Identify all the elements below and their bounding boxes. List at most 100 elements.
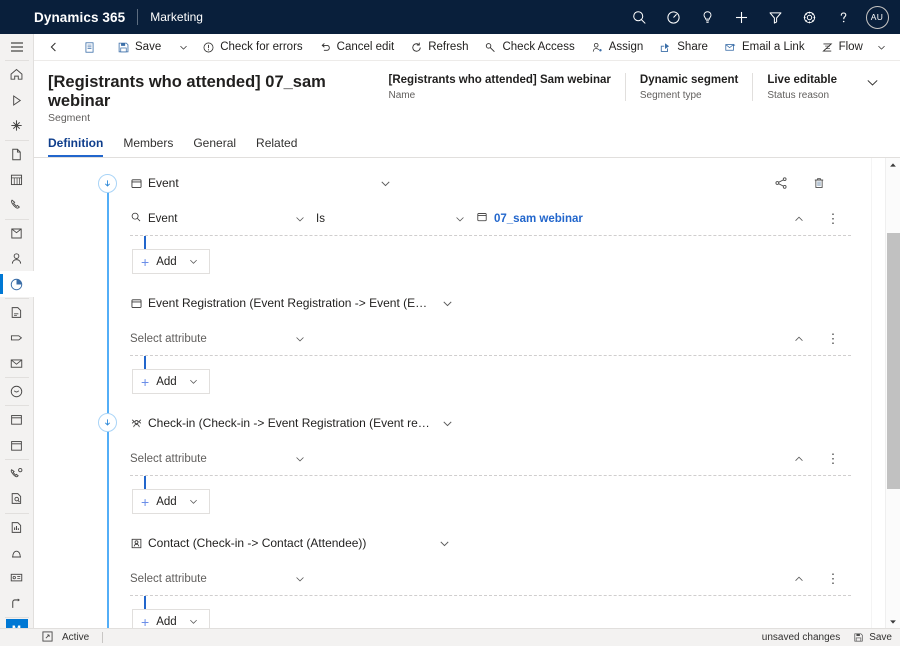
help-question-icon[interactable] (826, 0, 860, 34)
filter-icon[interactable] (758, 0, 792, 34)
survey-icon[interactable] (0, 514, 34, 539)
lightbulb-icon[interactable] (690, 0, 724, 34)
value-selector[interactable]: 07_sam webinar (476, 211, 785, 226)
attribute-selector[interactable]: Select attribute (130, 333, 316, 345)
row-collapse-chevron-up-icon[interactable] (791, 571, 807, 587)
attribute-selector[interactable]: Event (130, 211, 316, 226)
session-calendar-icon[interactable] (0, 432, 34, 457)
operator-chevron-down-icon[interactable] (454, 213, 476, 225)
flow-button[interactable]: Flow (813, 34, 871, 61)
attribute-chevron-down-icon[interactable] (294, 333, 316, 345)
lead-scoring-icon[interactable] (0, 325, 34, 350)
scrollbar-thumb[interactable] (886, 233, 900, 489)
check-access-button[interactable]: Check Access (476, 34, 582, 61)
scroll-down-arrow[interactable] (889, 615, 897, 628)
save-options-chevron-down-icon[interactable] (173, 34, 194, 61)
check-for-errors-button[interactable]: Check for errors (194, 34, 310, 61)
row-collapse-chevron-up-icon[interactable] (791, 451, 807, 467)
contact-person-icon[interactable] (0, 246, 34, 271)
attribute-selector[interactable]: Select attribute (130, 453, 316, 465)
call-settings-icon[interactable] (0, 461, 34, 486)
home-icon[interactable] (0, 62, 34, 87)
calendar-icon[interactable] (0, 167, 34, 192)
block-collapse-chevron-down-icon[interactable] (441, 417, 454, 430)
calendar-entity-icon (130, 177, 148, 190)
pages-icon[interactable] (0, 141, 34, 166)
operator-selector[interactable]: Is (316, 213, 476, 225)
status-save-button[interactable]: Save (853, 632, 892, 643)
tab-related[interactable]: Related (256, 130, 297, 157)
settings-gear-icon[interactable] (792, 0, 826, 34)
form-selector-icon[interactable] (74, 34, 105, 61)
tab-general[interactable]: General (193, 130, 236, 157)
sidebar-item-segments[interactable] (0, 271, 34, 297)
save-button[interactable]: Save (109, 34, 169, 61)
add-new-icon[interactable] (724, 0, 758, 34)
top-navigation-bar: Dynamics 365 Marketing AU (0, 0, 900, 34)
left-navigation-rail: M (0, 34, 34, 646)
flow-chevron-down-icon[interactable] (871, 34, 892, 61)
refresh-button[interactable]: Refresh (402, 34, 476, 61)
add-chevron-down-icon[interactable] (188, 616, 199, 627)
assistant-icon[interactable] (656, 0, 690, 34)
phone-icon[interactable] (0, 192, 34, 217)
search-icon[interactable] (622, 0, 656, 34)
customer-journey-icon[interactable] (0, 300, 34, 325)
add-chevron-down-icon[interactable] (188, 256, 199, 267)
event-calendar-icon[interactable] (0, 407, 34, 432)
marketing-email-icon[interactable] (0, 220, 34, 245)
block-collapse-chevron-down-icon[interactable] (441, 297, 454, 310)
cancel-edit-label: Cancel edit (336, 41, 395, 53)
delete-trash-icon[interactable] (811, 175, 827, 191)
row-collapse-chevron-up-icon[interactable] (791, 211, 807, 227)
tab-members[interactable]: Members (123, 130, 173, 157)
vertical-scrollbar[interactable] (885, 158, 900, 628)
cancel-edit-button[interactable]: Cancel edit (311, 34, 403, 61)
user-avatar[interactable]: AU (860, 0, 894, 34)
scroll-up-arrow[interactable] (889, 158, 897, 171)
product-brand[interactable]: Dynamics 365 (34, 10, 125, 25)
block-title: Event Registration (Event Registration -… (148, 296, 433, 310)
add-condition-button[interactable]: + Add (132, 609, 210, 628)
venue-icon[interactable] (0, 540, 34, 565)
attribute-chevron-down-icon[interactable] (294, 213, 316, 225)
row-more-ellipsis[interactable]: ⋮ (825, 451, 841, 467)
attribute-chevron-down-icon[interactable] (294, 573, 316, 585)
pinned-icon[interactable] (0, 113, 34, 138)
lookup-search-icon (130, 211, 142, 226)
add-condition-button[interactable]: + Add (132, 249, 210, 274)
app-name-label[interactable]: Marketing (150, 10, 203, 24)
recent-icon[interactable] (0, 88, 34, 113)
header-field-status-reason: Live editable Status reason (752, 73, 851, 101)
row-collapse-chevron-up-icon[interactable] (791, 331, 807, 347)
scrollbar-track[interactable] (886, 171, 900, 615)
row-more-ellipsis[interactable]: ⋮ (825, 331, 841, 347)
card-icon[interactable] (0, 565, 34, 590)
attribute-selector[interactable]: Select attribute (130, 573, 316, 585)
registration-icon[interactable] (0, 486, 34, 511)
value-link[interactable]: 07_sam webinar (494, 213, 583, 225)
back-arrow-icon[interactable] (38, 34, 70, 61)
add-condition-button[interactable]: + Add (132, 369, 210, 394)
tab-definition[interactable]: Definition (48, 130, 104, 157)
more-commands-ellipsis[interactable]: ⋮ (892, 34, 900, 61)
workflow-icon[interactable] (0, 591, 34, 616)
block-collapse-chevron-down-icon[interactable] (379, 177, 392, 190)
assign-button[interactable]: Assign (583, 34, 652, 61)
email-icon[interactable] (0, 350, 34, 375)
resize-form-icon[interactable] (42, 630, 53, 645)
add-condition-button[interactable]: + Add (132, 489, 210, 514)
email-a-link-button[interactable]: Email a Link (716, 34, 813, 61)
share-button[interactable]: Share (651, 34, 716, 61)
header-expand-chevron-down-icon[interactable] (851, 73, 886, 95)
row-more-ellipsis[interactable]: ⋮ (825, 571, 841, 587)
share-node-icon[interactable] (773, 175, 789, 191)
add-chevron-down-icon[interactable] (188, 496, 199, 507)
add-chevron-down-icon[interactable] (188, 376, 199, 387)
query-builder: Event Event Is 07_sam webinar ⋮ + Add Ev… (34, 158, 871, 628)
block-collapse-chevron-down-icon[interactable] (438, 537, 451, 550)
hamburger-menu-icon[interactable] (0, 34, 34, 59)
attribute-chevron-down-icon[interactable] (294, 453, 316, 465)
social-posting-icon[interactable] (0, 379, 34, 404)
row-more-ellipsis[interactable]: ⋮ (825, 211, 841, 227)
